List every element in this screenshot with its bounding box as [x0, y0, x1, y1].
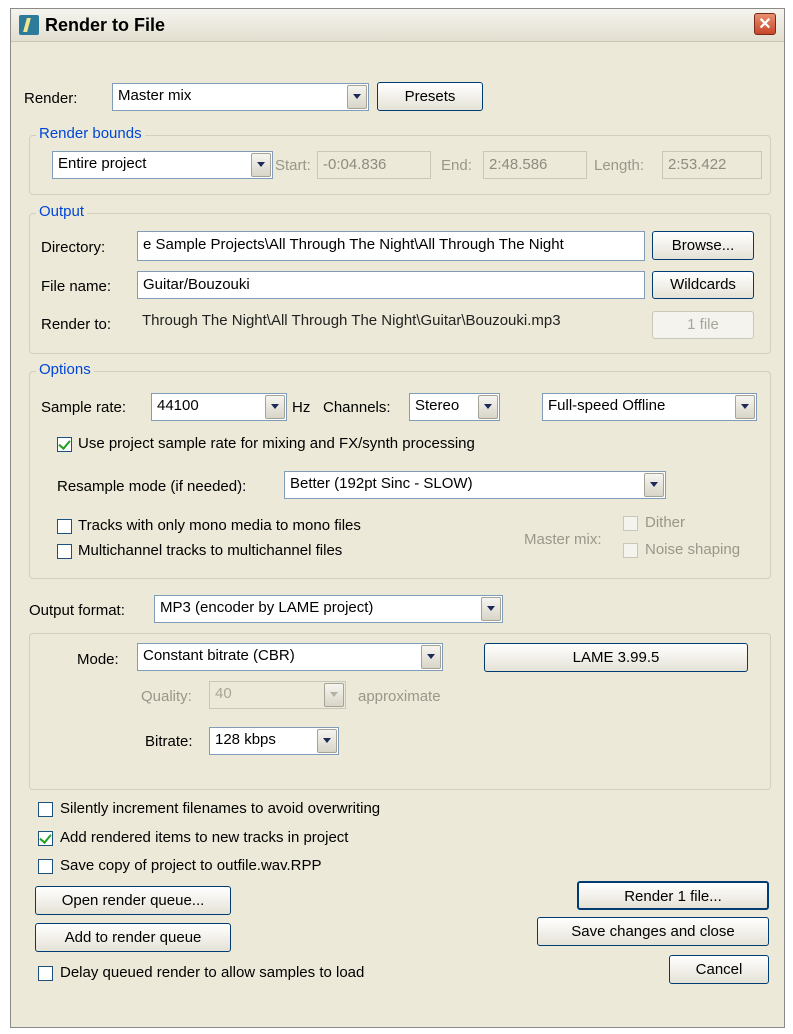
- chevron-down-icon[interactable]: [317, 729, 337, 753]
- output-title: Output: [36, 203, 88, 220]
- delay-queued-render-checkbox[interactable]: [38, 966, 53, 981]
- title-bar: Render to File ✕: [11, 9, 784, 42]
- browse-button[interactable]: Browse...: [652, 231, 754, 260]
- directory-input[interactable]: e Sample Projects\All Through The Night\…: [137, 231, 645, 261]
- chevron-down-icon: [324, 683, 344, 707]
- chevron-down-icon[interactable]: [735, 395, 755, 419]
- bounds-select[interactable]: Entire project: [52, 151, 273, 179]
- save-copy-checkbox[interactable]: [38, 859, 53, 874]
- reaper-app-icon: [19, 15, 39, 35]
- mastermix-label: Master mix:: [524, 531, 602, 548]
- close-icon[interactable]: ✕: [754, 13, 776, 35]
- save-copy-label: Save copy of project to outfile.wav.RPP: [60, 857, 322, 874]
- hz-label: Hz: [292, 399, 311, 416]
- window-title: Render to File: [45, 15, 166, 35]
- filename-input[interactable]: Guitar/Bouzouki: [137, 271, 645, 299]
- quality-select: 40: [209, 681, 346, 709]
- chevron-down-icon[interactable]: [478, 395, 498, 419]
- bitrate-select[interactable]: 128 kbps: [209, 727, 339, 755]
- channels-value: Stereo: [415, 397, 460, 414]
- render-bounds-title: Render bounds: [36, 125, 145, 142]
- length-label: Length:: [594, 157, 645, 174]
- quality-value: 40: [215, 685, 232, 702]
- bitrate-label: Bitrate:: [145, 733, 193, 750]
- mono-files-checkbox[interactable]: [57, 519, 72, 534]
- output-format-label: Output format:: [29, 602, 125, 619]
- samplerate-label: Sample rate:: [41, 399, 127, 416]
- render-label: Render:: [24, 90, 78, 107]
- filename-label: File name:: [41, 278, 112, 295]
- use-project-rate-checkbox[interactable]: [57, 437, 72, 452]
- noise-shaping-label: Noise shaping: [645, 541, 741, 558]
- dither-label: Dither: [645, 514, 686, 531]
- file-count-button: 1 file: [652, 311, 754, 339]
- render-dialog: Render to File ✕ Render: Master mix Pres…: [10, 8, 785, 1028]
- resample-label: Resample mode (if needed):: [57, 478, 247, 495]
- dither-checkbox: [623, 516, 638, 531]
- channels-label: Channels:: [323, 399, 391, 416]
- multichannel-label: Multichannel tracks to multichannel file…: [78, 542, 343, 559]
- bounds-value: Entire project: [58, 155, 147, 172]
- chevron-down-icon[interactable]: [265, 395, 285, 419]
- options-title: Options: [36, 361, 94, 378]
- resample-select[interactable]: Better (192pt Sinc - SLOW): [284, 471, 666, 499]
- mode-value: Constant bitrate (CBR): [143, 647, 295, 664]
- chevron-down-icon[interactable]: [644, 473, 664, 497]
- end-field: 2:48.586: [483, 151, 587, 179]
- silent-increment-label: Silently increment filenames to avoid ov…: [60, 800, 381, 817]
- render-speed-select[interactable]: Full-speed Offline: [542, 393, 757, 421]
- mono-files-label: Tracks with only mono media to mono file…: [78, 517, 361, 534]
- directory-label: Directory:: [41, 239, 106, 256]
- noise-shaping-checkbox: [623, 543, 638, 558]
- add-tracks-label: Add rendered items to new tracks in proj…: [60, 829, 349, 846]
- start-field: -0:04.836: [317, 151, 431, 179]
- add-tracks-checkbox[interactable]: [38, 831, 53, 846]
- presets-button[interactable]: Presets: [377, 82, 483, 111]
- render-speed-value: Full-speed Offline: [548, 397, 666, 414]
- resample-value: Better (192pt Sinc - SLOW): [290, 475, 473, 492]
- chevron-down-icon[interactable]: [251, 153, 271, 177]
- wildcards-button[interactable]: Wildcards: [652, 271, 754, 299]
- renderto-path: Through The Night\All Through The Night\…: [137, 308, 645, 336]
- chevron-down-icon[interactable]: [481, 597, 501, 621]
- samplerate-value: 44100: [157, 397, 199, 414]
- renderto-label: Render to:: [41, 316, 112, 333]
- lame-version-button[interactable]: LAME 3.99.5: [484, 643, 748, 672]
- delay-queued-render-label: Delay queued render to allow samples to …: [60, 964, 365, 981]
- channels-select[interactable]: Stereo: [409, 393, 500, 421]
- render-source-select[interactable]: Master mix: [112, 83, 369, 111]
- silent-increment-checkbox[interactable]: [38, 802, 53, 817]
- quality-label: Quality:: [141, 688, 192, 705]
- cancel-button[interactable]: Cancel: [669, 955, 769, 984]
- render-source-value: Master mix: [118, 87, 192, 104]
- chevron-down-icon[interactable]: [347, 85, 367, 109]
- output-format-select[interactable]: MP3 (encoder by LAME project): [154, 595, 503, 623]
- bitrate-value: 128 kbps: [215, 731, 276, 748]
- start-label: Start:: [275, 157, 311, 174]
- mode-label: Mode:: [77, 651, 119, 668]
- output-format-value: MP3 (encoder by LAME project): [160, 599, 374, 616]
- use-project-rate-label: Use project sample rate for mixing and F…: [78, 435, 475, 452]
- samplerate-select[interactable]: 44100: [151, 393, 287, 421]
- open-render-queue-button[interactable]: Open render queue...: [35, 886, 231, 915]
- multichannel-checkbox[interactable]: [57, 544, 72, 559]
- render-button[interactable]: Render 1 file...: [577, 881, 769, 910]
- end-label: End:: [441, 157, 472, 174]
- approximate-label: approximate: [358, 688, 441, 705]
- save-and-close-button[interactable]: Save changes and close: [537, 917, 769, 946]
- chevron-down-icon[interactable]: [421, 645, 441, 669]
- mode-select[interactable]: Constant bitrate (CBR): [137, 643, 443, 671]
- length-field: 2:53.422: [662, 151, 762, 179]
- add-to-render-queue-button[interactable]: Add to render queue: [35, 923, 231, 952]
